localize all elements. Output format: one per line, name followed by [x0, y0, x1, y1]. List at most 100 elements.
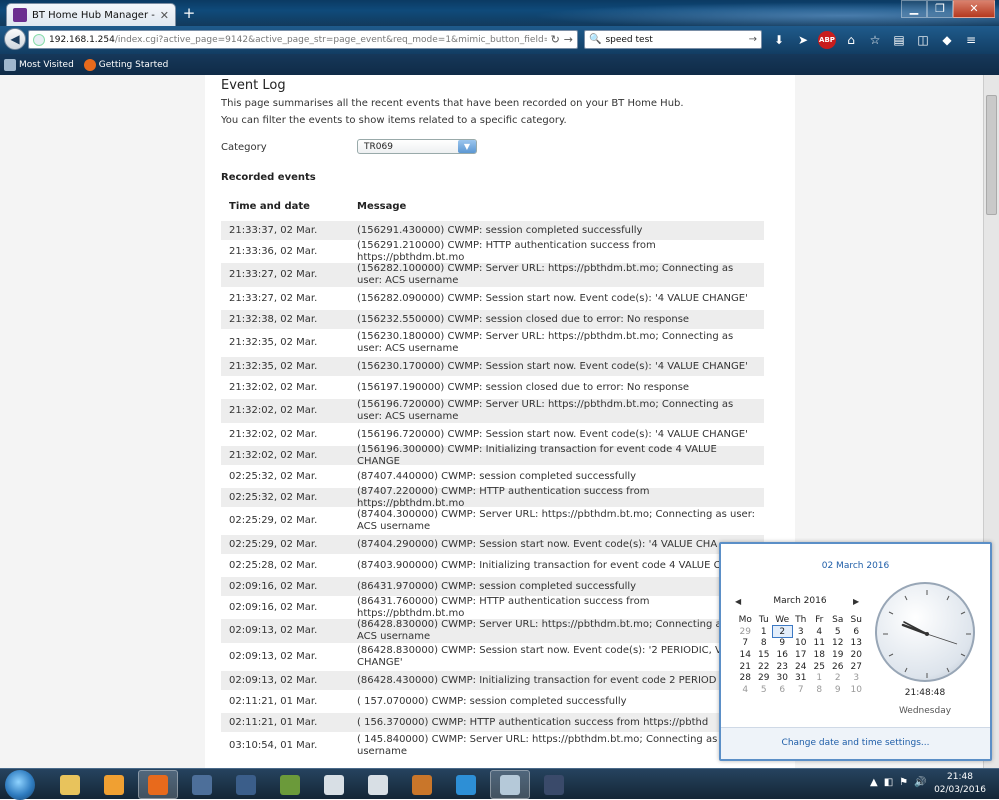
window-app-2-button[interactable] [358, 770, 398, 799]
event-time: 02:25:32, 02 Mar. [229, 470, 318, 482]
calendar-day[interactable]: 31 [792, 672, 811, 684]
calendar-day[interactable]: 9 [773, 637, 792, 649]
change-date-time-link[interactable]: Change date and time settings... [721, 727, 990, 759]
calendar-day[interactable]: 19 [829, 649, 848, 661]
prev-month-icon[interactable]: ◀ [735, 597, 747, 606]
calendar-day[interactable]: 14 [736, 649, 755, 661]
bookmark-star-icon[interactable]: ☆ [866, 31, 884, 49]
calendar-day[interactable]: 17 [792, 649, 811, 661]
calendar-day[interactable]: 12 [829, 637, 848, 649]
search-go-icon[interactable]: → [749, 34, 757, 45]
tab-close-icon[interactable]: ✕ [160, 9, 169, 22]
calendar-day[interactable]: 28 [736, 672, 755, 684]
next-month-icon[interactable]: ▶ [853, 597, 865, 606]
calendar-day[interactable]: 23 [773, 661, 792, 673]
minecraft-app-button[interactable] [270, 770, 310, 799]
calendar-day[interactable]: 30 [773, 672, 792, 684]
calendar-day-today[interactable]: 2 [772, 624, 793, 639]
send-icon[interactable]: ➤ [794, 31, 812, 49]
bookmark-most-visited[interactable]: Most Visited [4, 58, 74, 71]
calendar-day[interactable]: 15 [755, 649, 774, 661]
search-input[interactable] [605, 34, 749, 45]
calendar-day[interactable]: 16 [773, 649, 792, 661]
search-engine-icon[interactable]: 🔍 [589, 34, 601, 45]
ie-app-button[interactable] [446, 770, 486, 799]
weekday-label: Su [850, 615, 862, 625]
volume-icon[interactable]: 🔊 [914, 777, 926, 788]
bookmarks-list-icon[interactable]: ▤ [890, 31, 908, 49]
media-player-app-button[interactable] [94, 770, 134, 799]
calendar-day[interactable]: 6 [773, 684, 792, 696]
calendar-day[interactable]: 3 [847, 672, 866, 684]
calendar-day[interactable]: 27 [847, 661, 866, 673]
calendar-day[interactable]: 20 [847, 649, 866, 661]
calendar-day[interactable]: 10 [792, 637, 811, 649]
calendar-day[interactable]: 25 [810, 661, 829, 673]
scrollbar-thumb[interactable] [986, 95, 997, 215]
calendar-day[interactable]: 9 [829, 684, 848, 696]
calendar-day[interactable]: 5 [829, 626, 848, 638]
menu-icon[interactable]: ≡ [962, 31, 980, 49]
calendar-day[interactable]: 2 [829, 672, 848, 684]
calendar-day[interactable]: 3 [792, 626, 811, 638]
calendar-day[interactable]: 7 [792, 684, 811, 696]
calendar-day[interactable]: 5 [755, 684, 774, 696]
chevron-down-icon[interactable]: ▼ [458, 140, 476, 153]
new-tab-icon[interactable]: + [180, 5, 198, 23]
calendar-day[interactable]: 29 [736, 626, 755, 638]
calendar-day[interactable]: 18 [810, 649, 829, 661]
calendar-day[interactable]: 1 [755, 626, 774, 638]
game-app-1-button[interactable] [226, 770, 266, 799]
adblock-icon[interactable]: ABP [818, 31, 836, 49]
calendar-day[interactable]: 11 [810, 637, 829, 649]
tab-bt-home-hub[interactable]: BT Home Hub Manager - E... ✕ [6, 3, 176, 26]
url-bar[interactable]: 192.168.1.254 /index.cgi?active_page=914… [28, 30, 578, 49]
calendar-day[interactable]: 13 [847, 637, 866, 649]
maximize-icon[interactable]: ❐ [927, 0, 953, 18]
search-bar[interactable]: 🔍 → [584, 30, 762, 49]
star-app-button[interactable] [182, 770, 222, 799]
calendar-day[interactable]: 1 [810, 672, 829, 684]
calendar-day[interactable]: 4 [810, 626, 829, 638]
calendar-day[interactable]: 8 [755, 637, 774, 649]
site-identity-icon[interactable] [33, 33, 45, 46]
calendar-day[interactable]: 6 [847, 626, 866, 638]
taskbar-apps [50, 770, 574, 799]
calendar-day[interactable]: 4 [736, 684, 755, 696]
window-close-icon[interactable]: ✕ [953, 0, 995, 18]
calendar-date-link[interactable]: 02 March 2016 [721, 561, 990, 571]
minimize-icon[interactable]: ▁ [901, 0, 927, 18]
network-app-button[interactable] [490, 770, 530, 799]
explorer-app-button[interactable] [50, 770, 90, 799]
category-select[interactable]: TR069 ▼ [357, 139, 477, 154]
flag-icon[interactable]: ⚑ [899, 777, 908, 788]
window-app-1-button[interactable] [314, 770, 354, 799]
download-icon[interactable]: ⬇ [770, 31, 788, 49]
calendar-day[interactable]: 22 [755, 661, 774, 673]
tray-arrow-icon[interactable]: ▲ [870, 777, 878, 788]
calendar-day[interactable]: 26 [829, 661, 848, 673]
pocket-icon[interactable]: ◫ [914, 31, 932, 49]
calendar-day[interactable]: 24 [792, 661, 811, 673]
table-row: 21:33:27, 02 Mar. (156282.090000) CWMP: S… [221, 289, 764, 308]
start-button[interactable] [5, 770, 35, 800]
game-app-3-button[interactable] [534, 770, 574, 799]
firefox-app-button[interactable] [138, 770, 178, 799]
go-arrow-icon[interactable]: → [564, 33, 573, 46]
home-icon[interactable]: ⌂ [842, 31, 860, 49]
reload-icon[interactable]: ↻ [551, 33, 560, 46]
calendar-day[interactable]: 21 [736, 661, 755, 673]
calendar-day[interactable]: 8 [810, 684, 829, 696]
network-icon[interactable]: ◧ [884, 777, 893, 788]
calendar-day[interactable]: 29 [755, 672, 774, 684]
taskbar-clock[interactable]: 21:48 02/03/2016 [930, 771, 990, 797]
calendar-day[interactable]: 10 [847, 684, 866, 696]
analog-clock [875, 582, 975, 682]
addon-icon[interactable]: ◆ [938, 31, 956, 49]
bookmark-getting-started[interactable]: Getting Started [83, 58, 168, 71]
month-label[interactable]: March 2016 [747, 596, 853, 606]
calendar-day[interactable]: 7 [736, 637, 755, 649]
event-message: (156196.300000) CWMP: Initializing trans… [357, 443, 717, 467]
game-app-2-button[interactable] [402, 770, 442, 799]
back-arrow-icon[interactable]: ◀ [4, 28, 26, 50]
